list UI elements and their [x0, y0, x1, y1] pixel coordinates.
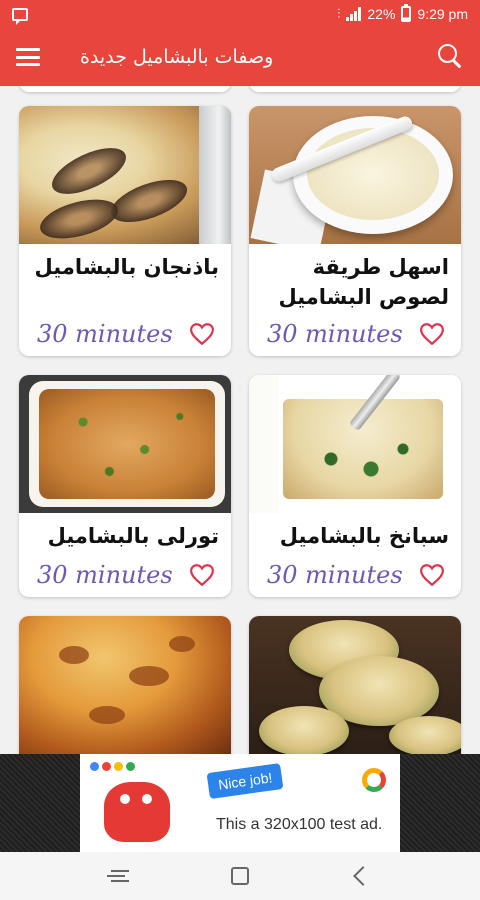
- recipe-image: [249, 616, 461, 754]
- recipe-image: [19, 375, 231, 513]
- recipe-card[interactable]: اسهل طريقة لصوص البشاميل 30 minutes: [249, 106, 461, 356]
- recents-button[interactable]: [100, 856, 140, 896]
- recipe-time: 30 minutes: [267, 320, 403, 348]
- recipe-image: [249, 375, 461, 513]
- ad-dots-icon: [90, 762, 135, 771]
- recipe-card[interactable]: [19, 616, 231, 754]
- heart-icon[interactable]: [189, 563, 215, 587]
- signal-icon: [346, 7, 362, 21]
- recipe-image: [19, 106, 231, 244]
- ad-area: Nice job! This a 320x100 test ad.: [0, 754, 480, 852]
- search-icon[interactable]: [438, 44, 464, 70]
- system-nav-bar: [0, 852, 480, 900]
- heart-icon[interactable]: [419, 563, 445, 587]
- recipe-title: تورلى بالبشاميل: [47, 524, 219, 548]
- battery-percent: 22%: [367, 6, 396, 22]
- status-bar: ⫶ 22% 9:29 pm: [0, 0, 480, 28]
- recipe-title: باذنجان بالبشاميل: [34, 255, 219, 279]
- previous-card-edge[interactable]: [19, 86, 231, 92]
- ad-banner[interactable]: Nice job! This a 320x100 test ad.: [80, 754, 400, 852]
- recipe-card[interactable]: تورلى بالبشاميل 30 minutes: [19, 375, 231, 597]
- recipe-card[interactable]: سبانخ بالبشاميل 30 minutes: [249, 375, 461, 597]
- recipe-title: سبانخ بالبشاميل: [279, 524, 449, 548]
- recipe-time: 30 minutes: [37, 561, 173, 589]
- previous-card-edge[interactable]: [249, 86, 461, 92]
- recipe-time: 30 minutes: [37, 320, 173, 348]
- home-icon: [231, 867, 249, 885]
- back-button[interactable]: [340, 856, 380, 896]
- clock: 9:29 pm: [417, 6, 468, 22]
- page-title: وصفات بالبشاميل جديدة: [80, 46, 274, 68]
- recipe-image: [249, 106, 461, 244]
- menu-icon[interactable]: [16, 48, 40, 66]
- monster-icon: [104, 782, 170, 842]
- recipe-card[interactable]: [249, 616, 461, 754]
- back-icon: [353, 866, 373, 886]
- recipe-title: اسهل طريقة لصوص البشاميل: [278, 255, 449, 309]
- home-button[interactable]: [220, 856, 260, 896]
- recents-icon: [107, 870, 129, 882]
- heart-icon[interactable]: [419, 322, 445, 346]
- ad-text: This a 320x100 test ad.: [216, 816, 383, 833]
- recipe-card[interactable]: باذنجان بالبشاميل 30 minutes: [19, 106, 231, 356]
- recipe-time: 30 minutes: [267, 561, 403, 589]
- vibrate-icon: ⫶: [337, 6, 341, 21]
- ad-logo-icon: [362, 768, 386, 792]
- message-icon: [12, 7, 28, 25]
- ad-bubble: Nice job!: [206, 762, 284, 800]
- recipe-grid: اسهل طريقة لصوص البشاميل 30 minutes باذن…: [0, 86, 480, 754]
- heart-icon[interactable]: [189, 322, 215, 346]
- recipe-image: [19, 616, 231, 754]
- battery-icon: [401, 4, 412, 22]
- app-bar: وصفات بالبشاميل جديدة: [0, 28, 480, 86]
